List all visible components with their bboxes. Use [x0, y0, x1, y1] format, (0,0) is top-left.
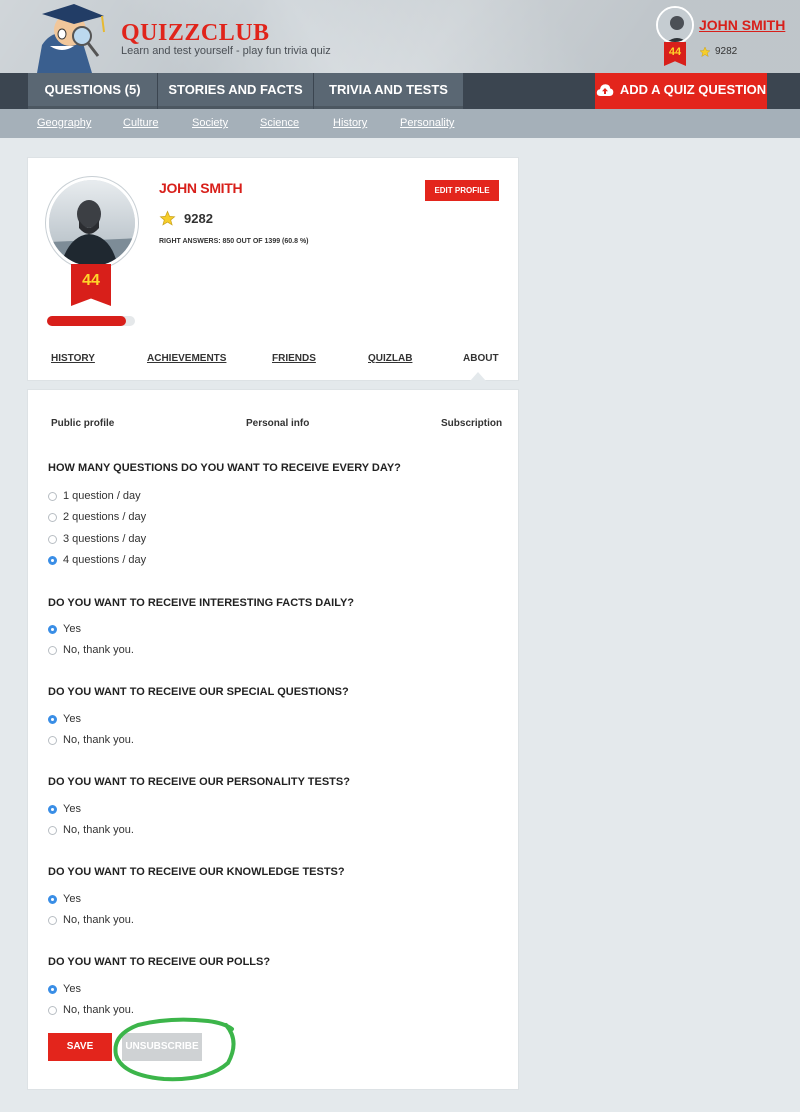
user-avatar[interactable] [656, 6, 694, 44]
option-label: 3 questions / day [63, 533, 147, 545]
unsubscribe-button[interactable]: UNSUBSCRIBE [122, 1033, 202, 1061]
option-facts-yes[interactable]: Yes [48, 622, 81, 636]
add-quiz-question-button[interactable]: ADD A QUIZ QUESTION [595, 73, 767, 109]
tab-history[interactable]: HISTORY [51, 353, 95, 364]
profile-photo-icon [49, 180, 135, 266]
category-link-history[interactable]: History [333, 117, 367, 129]
option-label: 4 questions / day [63, 554, 147, 566]
option-label: 1 question / day [63, 490, 141, 502]
category-link-science[interactable]: Science [260, 117, 299, 129]
option-special-yes[interactable]: Yes [48, 712, 81, 726]
option-label: No, thank you. [63, 644, 134, 656]
option-label: Yes [63, 713, 81, 725]
option-label: Yes [63, 803, 81, 815]
option-polls-no[interactable]: No, thank you. [48, 1003, 134, 1017]
active-tab-indicator [470, 372, 486, 381]
question-interesting-facts: DO YOU WANT TO RECEIVE INTERESTING FACTS… [48, 597, 354, 609]
option-label: Yes [63, 983, 81, 995]
option-label: No, thank you. [63, 914, 134, 926]
option-4-questions[interactable]: 4 questions / day [48, 553, 146, 567]
save-button[interactable]: SAVE [48, 1033, 112, 1061]
option-special-no[interactable]: No, thank you. [48, 733, 134, 747]
subtab-personal-info[interactable]: Personal info [246, 418, 309, 429]
right-answers-stat: RIGHT ANSWERS: 850 OUT OF 1399 (60.8 %) [159, 238, 309, 245]
subtab-subscription[interactable]: Subscription [441, 418, 502, 429]
radio-button[interactable] [48, 555, 57, 565]
radio-button[interactable] [48, 714, 57, 724]
radio-button[interactable] [48, 624, 57, 634]
option-2-questions[interactable]: 2 questions / day [48, 510, 146, 524]
cloud-upload-icon [596, 84, 614, 96]
level-progress-fill [47, 316, 127, 326]
star-icon [699, 46, 711, 58]
category-link-society[interactable]: Society [192, 117, 228, 129]
option-label: No, thank you. [63, 824, 134, 836]
radio-button[interactable] [48, 512, 57, 522]
site-logo-title[interactable]: QUIZZCLUB [121, 20, 270, 47]
option-personality-yes[interactable]: Yes [48, 802, 81, 816]
radio-button[interactable] [48, 491, 57, 501]
site-tagline: Learn and test yourself - play fun trivi… [121, 45, 331, 57]
option-1-question[interactable]: 1 question / day [48, 489, 141, 503]
profile-name: JOHN SMITH [159, 180, 243, 196]
option-label: No, thank you. [63, 1004, 134, 1016]
user-score: 9282 [715, 46, 738, 57]
subscription-settings-card: Public profile Personal info Subscriptio… [27, 389, 519, 1090]
radio-button[interactable] [48, 735, 57, 745]
user-level-badge: 44 [664, 42, 686, 66]
tab-achievements[interactable]: ACHIEVEMENTS [147, 353, 226, 364]
category-link-personality[interactable]: Personality [400, 117, 454, 129]
user-name-link[interactable]: JOHN SMITH [699, 17, 785, 33]
profile-level-badge: 44 [71, 264, 111, 306]
radio-button[interactable] [48, 825, 57, 835]
radio-button[interactable] [48, 984, 57, 994]
option-label: No, thank you. [63, 734, 134, 746]
option-label: Yes [63, 623, 81, 635]
nav-tab-questions[interactable]: QUESTIONS (5) [28, 73, 158, 109]
category-link-geography[interactable]: Geography [37, 117, 91, 129]
add-quiz-question-label: ADD A QUIZ QUESTION [619, 82, 767, 97]
edit-profile-button[interactable]: EDIT PROFILE [425, 180, 499, 201]
option-polls-yes[interactable]: Yes [48, 982, 81, 996]
question-daily-count: HOW MANY QUESTIONS DO YOU WANT TO RECEIV… [48, 462, 401, 474]
category-link-culture[interactable]: Culture [123, 117, 158, 129]
main-nav: QUESTIONS (5) STORIES AND FACTS TRIVIA A… [0, 73, 800, 109]
radio-button[interactable] [48, 804, 57, 814]
nav-tab-trivia-and-tests[interactable]: TRIVIA AND TESTS [314, 73, 464, 109]
option-label: Yes [63, 893, 81, 905]
question-special-questions: DO YOU WANT TO RECEIVE OUR SPECIAL QUEST… [48, 686, 349, 698]
star-icon [159, 210, 176, 226]
tab-about[interactable]: ABOUT [463, 353, 499, 364]
option-knowledge-no[interactable]: No, thank you. [48, 913, 134, 927]
option-personality-no[interactable]: No, thank you. [48, 823, 134, 837]
radio-button[interactable] [48, 645, 57, 655]
category-nav: Geography Culture Society Science Histor… [0, 109, 800, 138]
question-polls: DO YOU WANT TO RECEIVE OUR POLLS? [48, 956, 271, 968]
radio-button[interactable] [48, 1005, 57, 1015]
profile-score: 9282 [184, 211, 213, 226]
avatar-photo-icon [658, 8, 692, 42]
mascot-logo-icon[interactable] [22, 0, 122, 73]
option-3-questions[interactable]: 3 questions / day [48, 532, 146, 546]
tab-friends[interactable]: FRIENDS [272, 353, 316, 364]
option-facts-no[interactable]: No, thank you. [48, 643, 134, 657]
radio-button[interactable] [48, 915, 57, 925]
option-label: 2 questions / day [63, 511, 147, 523]
option-knowledge-yes[interactable]: Yes [48, 892, 81, 906]
question-personality-tests: DO YOU WANT TO RECEIVE OUR PERSONALITY T… [48, 776, 350, 788]
subtab-public-profile[interactable]: Public profile [51, 418, 114, 429]
radio-button[interactable] [48, 534, 57, 544]
nav-tab-stories-and-facts[interactable]: STORIES AND FACTS [158, 73, 314, 109]
profile-card: 44 JOHN SMITH 9282 RIGHT ANSWERS: 850 OU… [27, 157, 519, 381]
level-progress-bar [47, 316, 135, 326]
radio-button[interactable] [48, 894, 57, 904]
question-knowledge-tests: DO YOU WANT TO RECEIVE OUR KNOWLEDGE TES… [48, 866, 345, 878]
profile-avatar[interactable] [46, 177, 138, 269]
tab-quizlab[interactable]: QUIZLAB [368, 353, 412, 364]
site-header: QUIZZCLUB Learn and test yourself - play… [0, 0, 800, 73]
